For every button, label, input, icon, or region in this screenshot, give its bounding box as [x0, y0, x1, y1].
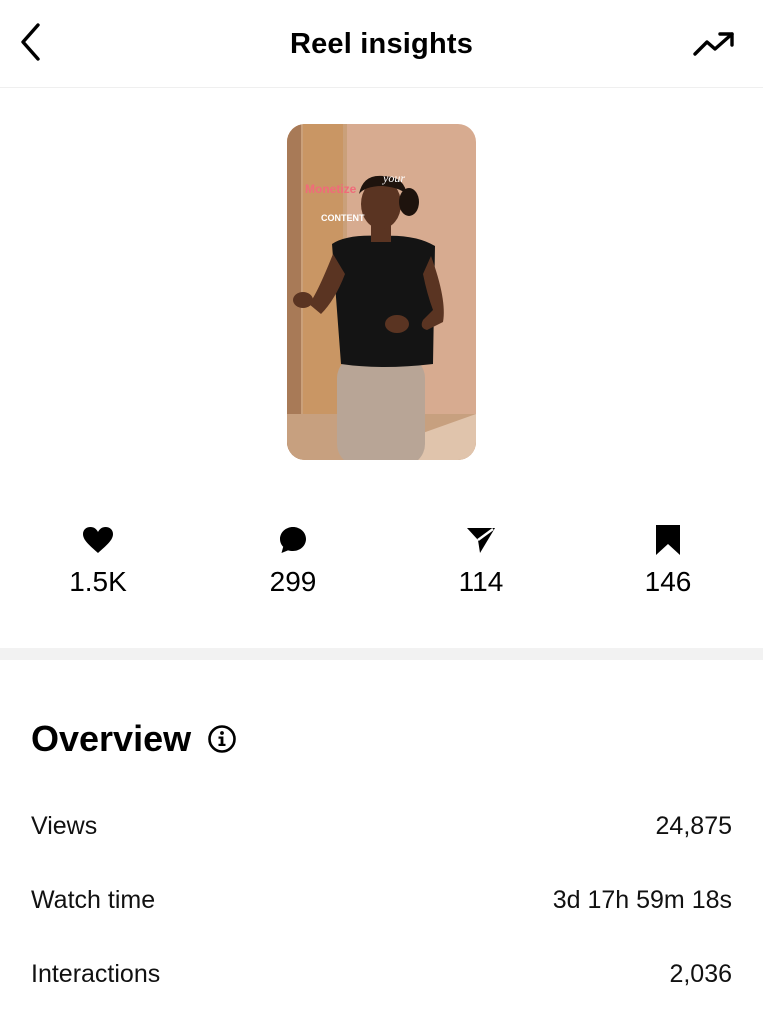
metric-value: 24,875: [655, 811, 732, 840]
shares-stat[interactable]: 114: [411, 520, 551, 598]
shares-count: 114: [458, 566, 504, 597]
engagement-stats: 1.5K 299 114 146: [0, 520, 763, 610]
overview-heading: Overview: [31, 718, 237, 760]
page-title: Reel insights: [289, 28, 474, 60]
comments-stat[interactable]: 299: [223, 520, 363, 598]
saves-stat[interactable]: 146: [598, 520, 738, 598]
bookmark-icon: [598, 520, 738, 560]
overview-title: Overview: [31, 718, 192, 759]
metric-row-interactions: Interactions 2,036: [31, 954, 732, 994]
heart-icon: [28, 520, 168, 560]
comments-count: 299: [269, 566, 317, 597]
metric-row-views: Views 24,875: [31, 806, 732, 846]
trends-button[interactable]: [689, 26, 739, 66]
reel-thumbnail[interactable]: Monetize your CONTENT: [287, 124, 476, 460]
metric-label: Views: [31, 811, 98, 840]
metric-label: Interactions: [31, 959, 161, 988]
overlay-your: your: [382, 171, 405, 185]
likes-stat[interactable]: 1.5K: [28, 520, 168, 598]
share-icon: [411, 520, 551, 560]
info-icon[interactable]: [207, 724, 237, 754]
top-bar: Reel insights: [0, 0, 763, 88]
overlay-content: CONTENT: [321, 213, 365, 223]
metric-row-watch-time: Watch time 3d 17h 59m 18s: [31, 880, 732, 920]
trending-up-icon: [692, 30, 736, 63]
likes-count: 1.5K: [69, 566, 127, 597]
overlay-monetize: Monetize: [305, 182, 357, 196]
section-divider: [0, 648, 763, 660]
comment-icon: [223, 520, 363, 560]
metric-label: Watch time: [31, 885, 156, 914]
metric-value: 3d 17h 59m 18s: [552, 885, 732, 914]
metric-value: 2,036: [669, 959, 732, 988]
saves-count: 146: [644, 566, 692, 597]
